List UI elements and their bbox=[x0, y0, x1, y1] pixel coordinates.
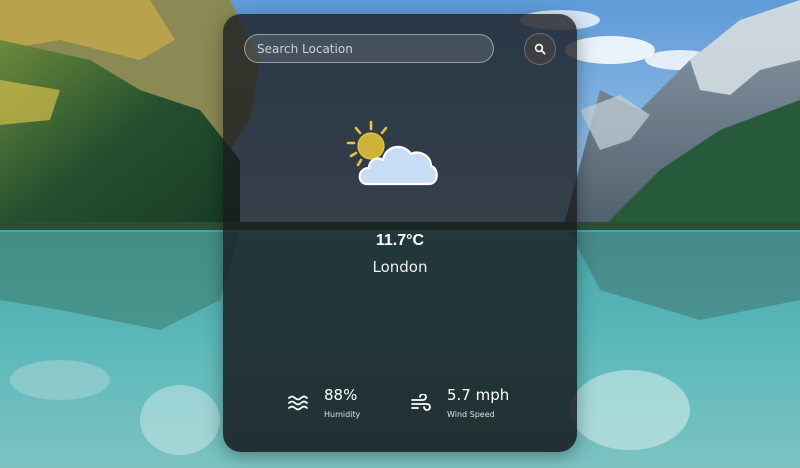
partly-cloudy-icon bbox=[346, 120, 438, 186]
wind-speed-label: Wind Speed bbox=[447, 410, 495, 419]
temperature-value: 11.7°C bbox=[375, 232, 425, 249]
city-name: London bbox=[372, 258, 428, 276]
wind-icon bbox=[411, 394, 431, 411]
search-input[interactable] bbox=[244, 34, 494, 63]
wind-speed-value: 5.7 mph bbox=[447, 386, 510, 404]
humidity-label: Humidity bbox=[324, 410, 361, 419]
search-icon bbox=[534, 43, 546, 55]
search-button[interactable] bbox=[524, 33, 556, 65]
waves-icon bbox=[288, 395, 308, 411]
humidity-value: 88% bbox=[324, 386, 358, 404]
weather-card: 11.7°C London 88% Humidity 5.7 bbox=[223, 14, 577, 452]
app-window: 11.7°C London 88% Humidity 5.7 bbox=[0, 0, 800, 468]
